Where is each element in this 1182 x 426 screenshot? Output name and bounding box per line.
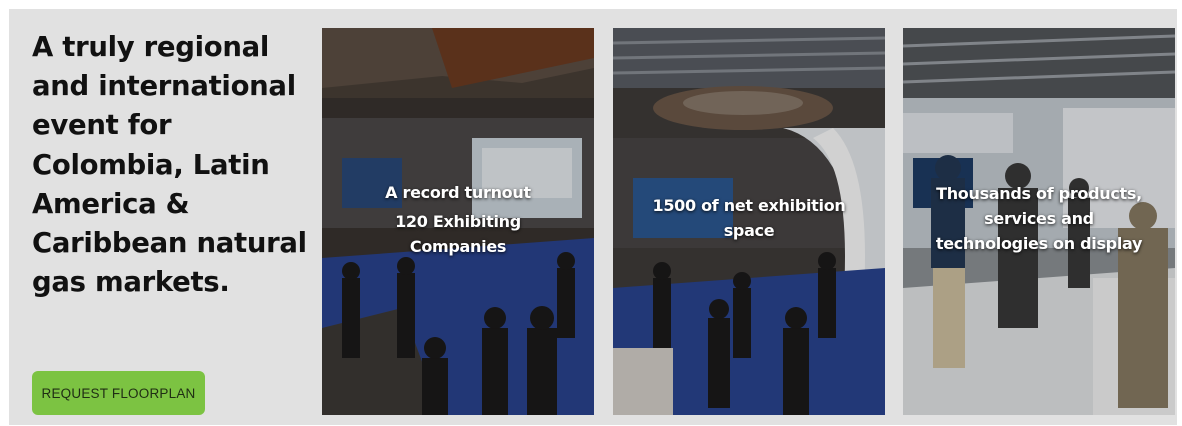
photo-card-exhibition-space: 1500 of net exhibition space [613, 28, 885, 415]
headline: A truly regional and international event… [32, 31, 307, 299]
caption-line: 1500 of net exhibition [652, 196, 846, 215]
caption-line: Thousands of products, [936, 184, 1142, 203]
card-caption: A record turnout 120 Exhibiting Companie… [332, 180, 584, 259]
caption-line: A record turnout [385, 183, 531, 202]
request-floorplan-button[interactable]: REQUEST FLOORPLAN [32, 371, 205, 415]
caption-line: 120 Exhibiting [395, 212, 521, 231]
caption-line: space [723, 221, 775, 240]
caption-line: services and [984, 209, 1094, 228]
photo-card-record-turnout: A record turnout 120 Exhibiting Companie… [322, 28, 594, 415]
photo-card-products: Thousands of products, services and tech… [903, 28, 1175, 415]
card-caption: 1500 of net exhibition space [623, 193, 875, 243]
caption-line: technologies on display [935, 234, 1143, 253]
caption-line: Companies [409, 237, 507, 256]
card-caption: Thousands of products, services and tech… [913, 181, 1165, 256]
